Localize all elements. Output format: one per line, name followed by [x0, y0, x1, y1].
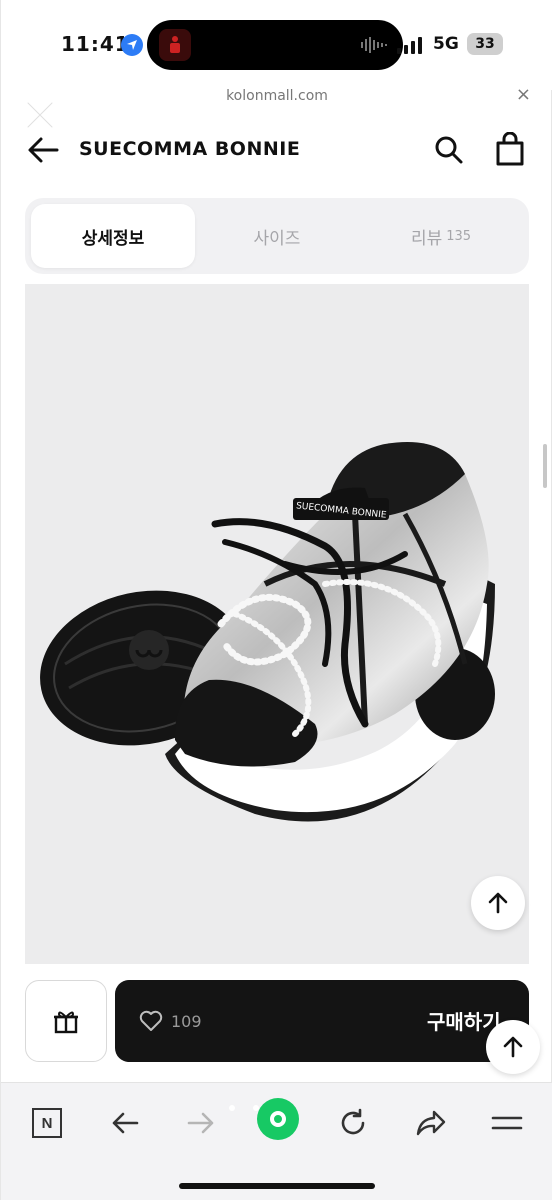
screen: 11:41 5G 33 kolonmall.com × SUECOMMA BON…: [0, 0, 552, 1200]
scroll-top-button[interactable]: [471, 876, 525, 930]
tab-review-label: 리뷰: [410, 228, 443, 249]
forward-button[interactable]: [181, 1103, 221, 1143]
sneaker-illustration: SUECOMMA BONNIE: [40, 442, 495, 822]
naver-green-button[interactable]: [257, 1098, 299, 1140]
tab-detail-label: 상세정보: [81, 228, 145, 249]
arrow-up-icon: [488, 892, 508, 914]
browser-toolbar: N: [1, 1082, 552, 1200]
tab-size[interactable]: 사이즈: [195, 204, 359, 268]
tab-size-label: 사이즈: [253, 228, 301, 249]
shopping-bag-icon[interactable]: [495, 132, 525, 166]
buy-label: 구매하기: [427, 1010, 501, 1034]
buy-button[interactable]: 109 구매하기: [115, 980, 529, 1062]
refresh-button[interactable]: [333, 1103, 373, 1143]
share-icon: [416, 1110, 446, 1136]
search-icon[interactable]: [433, 134, 465, 166]
signal-icon: [397, 36, 422, 54]
url-text[interactable]: kolonmall.com: [1, 88, 552, 104]
tab-review[interactable]: 리뷰 135: [359, 204, 523, 268]
product-tabs: 상세정보 사이즈 리뷰 135: [25, 198, 529, 274]
gift-button[interactable]: [25, 980, 107, 1062]
brand-title[interactable]: SUECOMMA BONNIE: [79, 138, 300, 160]
dynamic-island: [147, 20, 403, 70]
url-close-button[interactable]: ×: [516, 84, 531, 105]
battery-indicator: 33: [467, 33, 503, 55]
refresh-icon: [341, 1108, 365, 1135]
arrow-up-icon: [503, 1036, 523, 1058]
product-image[interactable]: SUECOMMA BONNIE: [25, 284, 529, 964]
status-bar: 11:41 5G 33: [1, 0, 552, 90]
like-button[interactable]: 109: [139, 1010, 202, 1032]
review-count: 135: [446, 228, 472, 244]
app-thumbnail: [159, 29, 191, 61]
share-button[interactable]: [411, 1103, 451, 1143]
tab-detail[interactable]: 상세정보: [31, 204, 195, 268]
page-header: SUECOMMA BONNIE: [1, 122, 552, 178]
heart-icon: [139, 1010, 163, 1031]
back-arrow-icon[interactable]: [25, 134, 61, 166]
gift-icon: [54, 1011, 78, 1034]
like-count: 109: [171, 1011, 202, 1031]
scroll-top-button-secondary[interactable]: [486, 1020, 540, 1074]
status-time: 11:41: [61, 32, 130, 56]
naver-n-icon: N: [32, 1108, 62, 1138]
scrollbar[interactable]: [543, 444, 547, 488]
back-button[interactable]: [105, 1103, 145, 1143]
network-type: 5G: [433, 34, 459, 54]
menu-icon: [491, 1116, 523, 1130]
location-arrow-icon: [121, 34, 143, 56]
browser-url-bar[interactable]: kolonmall.com ×: [1, 82, 552, 112]
back-arrow-icon: [112, 1112, 139, 1134]
audio-wave-icon: [361, 37, 387, 53]
forward-arrow-icon: [187, 1112, 214, 1134]
home-indicator[interactable]: [179, 1183, 375, 1189]
menu-button[interactable]: [487, 1103, 527, 1143]
naver-home-button[interactable]: N: [27, 1103, 67, 1143]
